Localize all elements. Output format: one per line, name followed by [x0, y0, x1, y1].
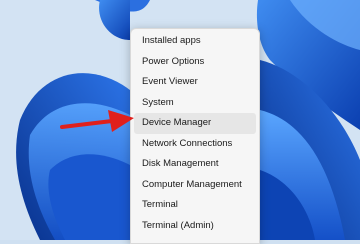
menu-item-system[interactable]: System — [134, 93, 256, 114]
menu-item-installed-apps[interactable]: Installed apps — [134, 31, 256, 52]
menu-item-event-viewer[interactable]: Event Viewer — [134, 72, 256, 93]
menu-item-terminal[interactable]: Terminal — [134, 195, 256, 216]
menu-item-power-options[interactable]: Power Options — [134, 52, 256, 73]
menu-item-terminal-admin[interactable]: Terminal (Admin) — [134, 216, 256, 237]
winx-context-menu: Installed apps Power Options Event Viewe… — [130, 28, 260, 244]
menu-item-disk-management[interactable]: Disk Management — [134, 154, 256, 175]
menu-item-computer-management[interactable]: Computer Management — [134, 175, 256, 196]
menu-item-network-connections[interactable]: Network Connections — [134, 134, 256, 155]
menu-item-device-manager[interactable]: Device Manager — [134, 113, 256, 134]
